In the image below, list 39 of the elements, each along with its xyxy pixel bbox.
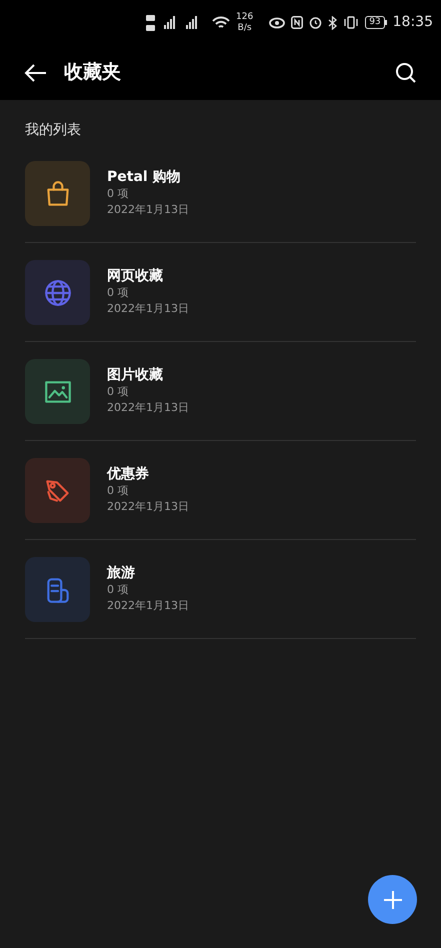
list-name: 优惠券 [107, 466, 150, 482]
page-title: 收藏夹 [64, 60, 122, 86]
list-item[interactable]: 旅游 0 项 2022年1月13日 [25, 557, 416, 622]
item-count: 0 项 [107, 285, 130, 301]
item-count: 0 项 [107, 483, 130, 499]
created-date: 2022年1月13日 [107, 400, 189, 416]
list-name: 图片收藏 [107, 367, 164, 383]
list-item[interactable]: 优惠券 0 项 2022年1月13日 [25, 458, 416, 523]
globe-icon [42, 278, 72, 308]
created-date: 2022年1月13日 [107, 301, 189, 317]
bluetooth-icon [328, 16, 338, 30]
item-count: 0 项 [107, 384, 130, 400]
back-button[interactable] [24, 62, 48, 82]
wifi-icon [212, 16, 230, 30]
back-arrow-icon [24, 62, 48, 82]
created-date: 2022年1月13日 [107, 202, 189, 218]
list-item[interactable]: 图片收藏 0 项 2022年1月13日 [25, 359, 416, 424]
list-name: 网页收藏 [107, 268, 164, 284]
list-name: 旅游 [107, 565, 136, 581]
network-speed-unit: B/s [238, 22, 252, 34]
list-item[interactable]: 网页收藏 0 项 2022年1月13日 [25, 260, 416, 325]
network-speed: 126 [236, 12, 254, 22]
battery-indicator: 93 [365, 16, 387, 29]
nfc-icon [291, 16, 304, 29]
item-count: 0 项 [107, 186, 130, 202]
add-button[interactable] [368, 875, 417, 924]
item-count: 0 项 [107, 582, 130, 598]
section-heading: 我的列表 [25, 121, 82, 140]
vibrate-icon [343, 16, 360, 29]
eye-icon [269, 16, 286, 28]
list-name: Petal 购物 [107, 169, 182, 185]
search-icon [395, 62, 417, 84]
plus-icon [382, 890, 402, 910]
clock-time: 18:35 [392, 13, 433, 32]
created-date: 2022年1月13日 [107, 499, 189, 515]
list-item[interactable]: Petal 购物 0 项 2022年1月13日 [25, 161, 416, 226]
alarm-icon [309, 16, 322, 29]
created-date: 2022年1月13日 [107, 598, 189, 614]
search-button[interactable] [395, 62, 417, 84]
